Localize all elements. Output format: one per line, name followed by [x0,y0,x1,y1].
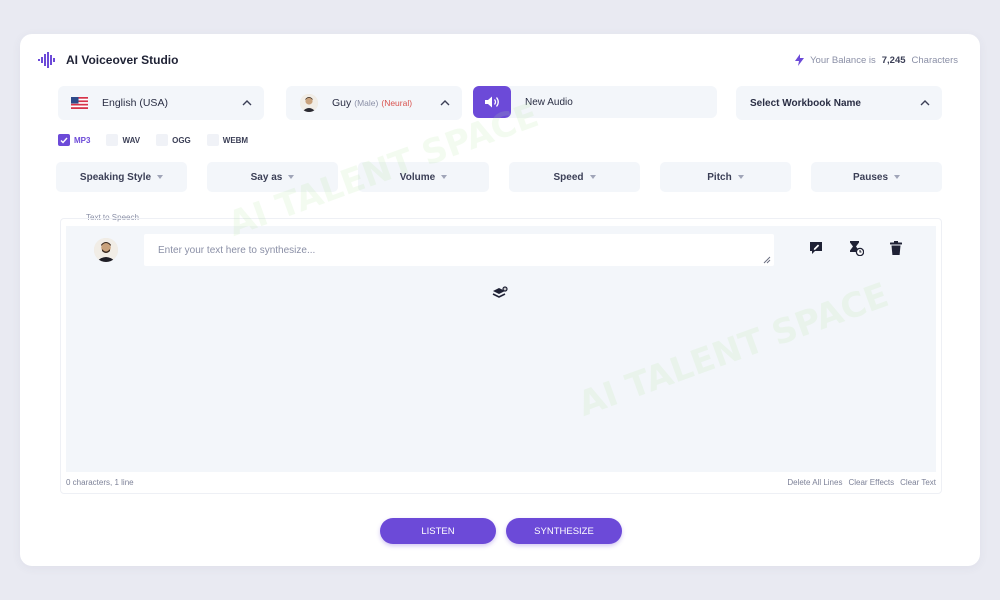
audio-name-group [473,86,717,118]
pauses-dropdown[interactable]: Pauses [811,162,942,192]
chevron-up-icon [920,100,930,106]
audio-name-input[interactable] [525,96,705,108]
option-label: Say as [250,171,283,183]
clear-text-link[interactable]: Clear Text [900,478,936,487]
layers-add-icon[interactable] [492,286,508,300]
header: AI Voiceover Studio Your Balance is 7,24… [38,50,958,70]
tts-text-input[interactable] [144,234,774,266]
clear-effects-link[interactable]: Clear Effects [848,478,894,487]
timer-icon[interactable] [848,240,864,256]
caret-down-icon [737,175,744,179]
synthesize-button[interactable]: SYNTHESIZE [506,518,622,544]
character-count: 0 characters, 1 line [66,478,134,487]
language-select[interactable]: English (USA) [58,86,264,120]
voice-gender: (Male) [354,98,379,108]
volume-dropdown[interactable]: Volume [358,162,489,192]
voice-select[interactable]: Guy (Male) (Neural) [286,86,462,120]
option-label: Speed [553,171,584,183]
caret-down-icon [157,175,164,179]
us-flag-icon [71,97,88,109]
speaker-button[interactable] [473,86,511,118]
app-title: AI Voiceover Studio [66,53,179,67]
format-options: MP3 WAV OGG WEBM [58,134,248,146]
check-icon [60,137,68,144]
caret-down-icon [589,175,596,179]
effect-options: Speaking Style Say as Volume Speed Pitch… [56,162,944,192]
checkbox[interactable] [156,134,169,146]
format-webm[interactable]: WEBM [206,134,249,146]
studio-card: AI Voiceover Studio Your Balance is 7,24… [20,34,980,566]
format-label: OGG [172,135,191,145]
balance-display: Your Balance is 7,245 Characters [795,54,958,66]
option-label: Pauses [852,171,889,183]
workbook-select[interactable]: Select Workbook Name [736,86,942,120]
caret-down-icon [894,175,901,179]
balance-unit: Characters [911,54,958,66]
caret-down-icon [288,175,295,179]
balance-amount: 7,245 [881,54,906,66]
workbook-label: Select Workbook Name [750,97,861,109]
chevron-up-icon [440,100,450,106]
option-label: Pitch [707,171,732,183]
format-wav[interactable]: WAV [106,134,140,146]
delete-all-lines-link[interactable]: Delete All Lines [787,478,842,487]
format-ogg[interactable]: OGG [156,134,191,146]
format-label: WEBM [222,135,249,145]
format-label: MP3 [74,135,91,145]
resize-handle-icon[interactable] [763,256,771,264]
speaking-style-dropdown[interactable]: Speaking Style [56,162,187,192]
speed-dropdown[interactable]: Speed [509,162,640,192]
waveform-icon [38,52,55,68]
option-label: Speaking Style [79,171,152,183]
lightning-bolt-icon [795,54,805,66]
language-label: English (USA) [102,97,168,109]
checkbox[interactable] [106,134,119,146]
say-as-dropdown[interactable]: Say as [207,162,338,192]
voice-name: Guy [332,97,352,109]
format-mp3[interactable]: MP3 [58,134,90,146]
editor-actions: Delete All Lines Clear Effects Clear Tex… [787,478,936,487]
option-label: Volume [399,171,436,183]
chevron-up-icon [242,100,252,106]
pitch-dropdown[interactable]: Pitch [660,162,791,192]
edit-voice-icon[interactable] [808,240,824,256]
voice-type: (Neural) [381,98,413,108]
checkbox[interactable] [206,134,219,146]
balance-prefix: Your Balance is [810,54,876,66]
speaker-icon [485,96,499,108]
checkbox-checked[interactable] [58,134,70,146]
caret-down-icon [441,175,448,179]
listen-button[interactable]: LISTEN [380,518,496,544]
trash-icon[interactable] [888,240,904,256]
format-label: WAV [122,135,141,145]
line-voice-avatar[interactable] [94,238,118,262]
voice-avatar [300,94,318,112]
